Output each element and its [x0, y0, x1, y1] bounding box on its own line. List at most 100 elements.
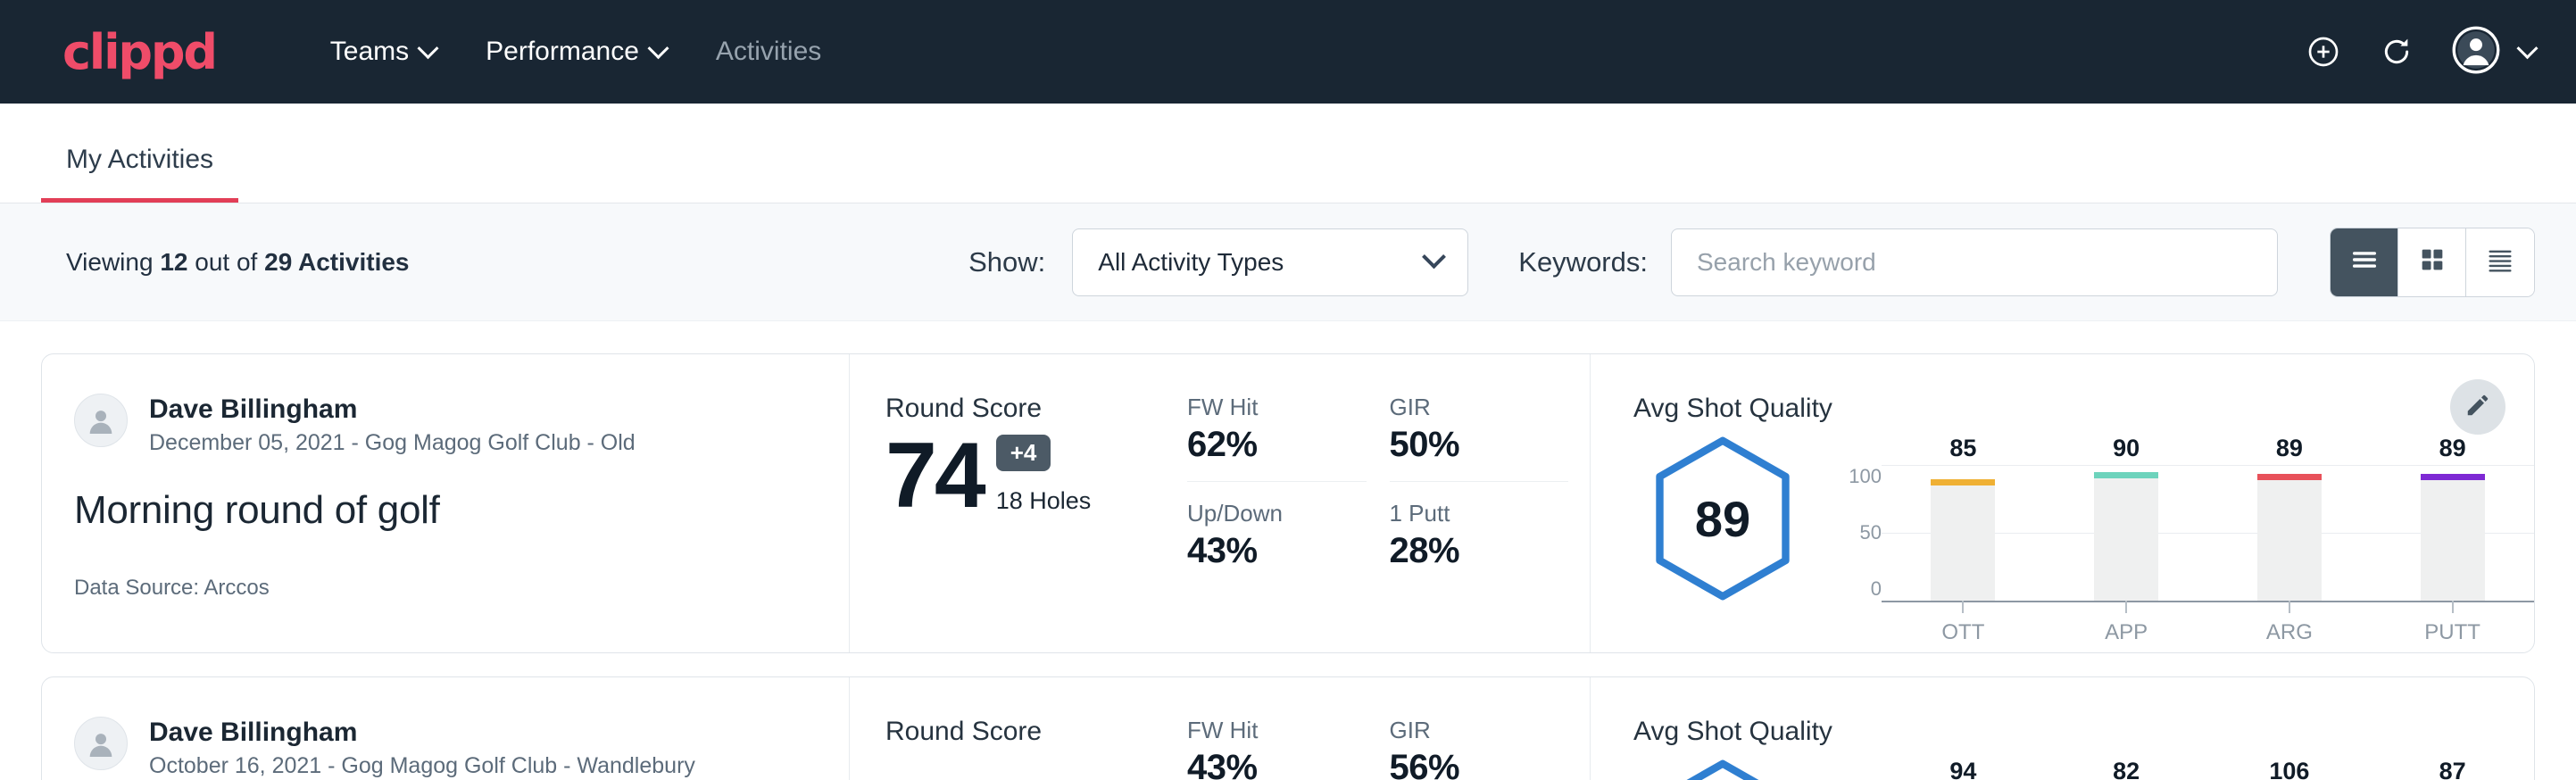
x-tick-label: APP	[2105, 620, 2148, 645]
avg-shot-quality-section: Avg Shot Quality 89 100 50 0	[1591, 354, 2534, 652]
plus-circle-icon[interactable]	[2306, 34, 2341, 70]
grid-view-button[interactable]	[2398, 228, 2466, 296]
round-score-section: Round Score 74 +4 18 Holes	[850, 354, 1171, 652]
bar-value-label: 82	[2113, 758, 2140, 780]
activity-card[interactable]: Dave Billingham October 16, 2021 - Gog M…	[41, 676, 2535, 780]
stat-value: 43%	[1187, 531, 1345, 571]
chevron-down-icon	[1422, 245, 1446, 269]
show-label: Show:	[968, 246, 1045, 278]
bar-cap	[2257, 474, 2322, 480]
stat-value: 50%	[1390, 425, 1548, 465]
y-tick: 0	[1828, 577, 1882, 601]
bar-value-label: 90	[2113, 435, 2140, 462]
bar-value-label: 89	[2439, 435, 2466, 462]
x-tick-label: OTT	[1941, 620, 1984, 645]
list-icon	[2349, 245, 2380, 279]
chart-bars: 85908989	[1882, 465, 2534, 601]
search-input[interactable]	[1671, 228, 2278, 296]
tick-mark	[2289, 601, 2290, 613]
refresh-icon[interactable]	[2379, 34, 2414, 70]
avatar	[74, 394, 128, 447]
chevron-down-icon	[2516, 37, 2538, 59]
chevron-down-icon	[418, 37, 439, 59]
compact-view-button[interactable]	[2466, 228, 2534, 296]
shot-quality-bar-chart: 100 50 0 948210687 OTTAPPARGPUTT	[1812, 754, 2534, 780]
avg-shot-quality-label: Avg Shot Quality	[1633, 394, 2534, 424]
x-tick-label: ARG	[2266, 620, 2313, 645]
x-tick: ARG	[2208, 601, 2372, 645]
shot-quality-bar-chart: 100 50 0 85908989 OTTAPPARGPUTT	[1812, 431, 2534, 635]
nav-item-activities[interactable]: Activities	[691, 24, 846, 79]
activity-summary: Dave Billingham December 05, 2021 - Gog …	[42, 354, 850, 652]
keywords-label: Keywords:	[1518, 246, 1648, 278]
activity-summary: Dave Billingham October 16, 2021 - Gog M…	[42, 677, 850, 780]
tab-my-activities[interactable]: My Activities	[41, 145, 238, 203]
bar	[1931, 485, 1995, 601]
stat-label: GIR	[1390, 394, 1548, 421]
score-to-par-badge: +4	[996, 435, 1051, 471]
activity-type-select[interactable]: All Activity Types	[1072, 228, 1468, 296]
stat-fw-hit: FW Hit 43%	[1187, 717, 1367, 780]
bar-value-label: 87	[2439, 758, 2466, 780]
stat-value: 28%	[1390, 531, 1548, 571]
x-tick: OTT	[1882, 601, 2045, 645]
nav-item-teams[interactable]: Teams	[305, 24, 461, 79]
stat-gir: GIR 50%	[1390, 394, 1569, 482]
activity-title: Morning round of golf	[74, 488, 813, 533]
bar-cap	[1931, 479, 1995, 485]
tick-mark	[2452, 601, 2454, 613]
avg-shot-quality-hexagon: 89	[1633, 431, 1812, 602]
list-view-button[interactable]	[2331, 228, 2398, 296]
bar-column: 89	[2371, 465, 2534, 601]
viewing-prefix: Viewing	[66, 248, 154, 276]
viewing-count: 12	[160, 248, 187, 276]
top-bar-actions	[2306, 26, 2535, 79]
avg-shot-quality-section: Avg Shot Quality 100 50 0	[1591, 677, 2534, 780]
x-tick: PUTT	[2371, 601, 2534, 645]
bar-value-label: 94	[1949, 758, 1976, 780]
bar-column: 89	[2208, 465, 2372, 601]
bar-cap	[2094, 472, 2158, 478]
account-menu[interactable]	[2452, 26, 2535, 79]
top-navigation-bar: clippd Teams Performance Activities	[0, 0, 2576, 104]
nav-item-label: Teams	[330, 37, 409, 67]
bar-column: 85	[1882, 465, 2045, 601]
stat-value: 62%	[1187, 425, 1345, 465]
edit-activity-button[interactable]	[2450, 379, 2505, 435]
activity-card[interactable]: Dave Billingham December 05, 2021 - Gog …	[41, 353, 2535, 653]
bar-cap	[2421, 474, 2485, 480]
bar	[2257, 480, 2322, 601]
stat-value: 56%	[1390, 748, 1548, 780]
nav-item-performance[interactable]: Performance	[461, 24, 691, 79]
bar	[2094, 478, 2158, 601]
view-mode-toggle-group	[2330, 228, 2535, 297]
player-name: Dave Billingham	[149, 717, 695, 748]
filter-toolbar: Viewing 12 out of 29 Activities Show: Al…	[0, 203, 2576, 321]
stat-one-putt: 1 Putt 28%	[1390, 500, 1569, 571]
activity-player: Dave Billingham December 05, 2021 - Gog …	[74, 394, 813, 456]
pencil-icon	[2464, 392, 2491, 423]
bar-value-label: 85	[1949, 435, 1976, 462]
holes-count: 18 Holes	[996, 487, 1092, 515]
bar-value-label: 89	[2276, 435, 2303, 462]
x-tick-label: PUTT	[2424, 620, 2480, 645]
viewing-summary: Viewing 12 out of 29 Activities	[66, 248, 410, 277]
chevron-down-icon	[647, 37, 669, 59]
avg-shot-quality-hexagon	[1633, 754, 1812, 780]
chart-plot-area: 85908989 OTTAPPARGPUTT	[1882, 438, 2534, 635]
x-tick: APP	[2045, 601, 2208, 645]
clippd-logo[interactable]: clippd	[62, 24, 216, 80]
compact-list-icon	[2485, 245, 2515, 279]
player-name: Dave Billingham	[149, 394, 636, 425]
round-score-value: 74	[885, 429, 984, 522]
stat-label: 1 Putt	[1390, 500, 1548, 527]
stat-label: Up/Down	[1187, 500, 1345, 527]
stat-value: 43%	[1187, 748, 1345, 780]
chart-y-axis: 100 50 0	[1828, 465, 1882, 601]
stat-label: FW Hit	[1187, 394, 1345, 421]
bar-value-label: 106	[2269, 758, 2309, 780]
viewing-middle: out of	[195, 248, 257, 276]
tick-mark	[2125, 601, 2127, 613]
bar	[2421, 480, 2485, 601]
activity-stats-grid: FW Hit 43% GIR 56%	[1171, 677, 1591, 780]
